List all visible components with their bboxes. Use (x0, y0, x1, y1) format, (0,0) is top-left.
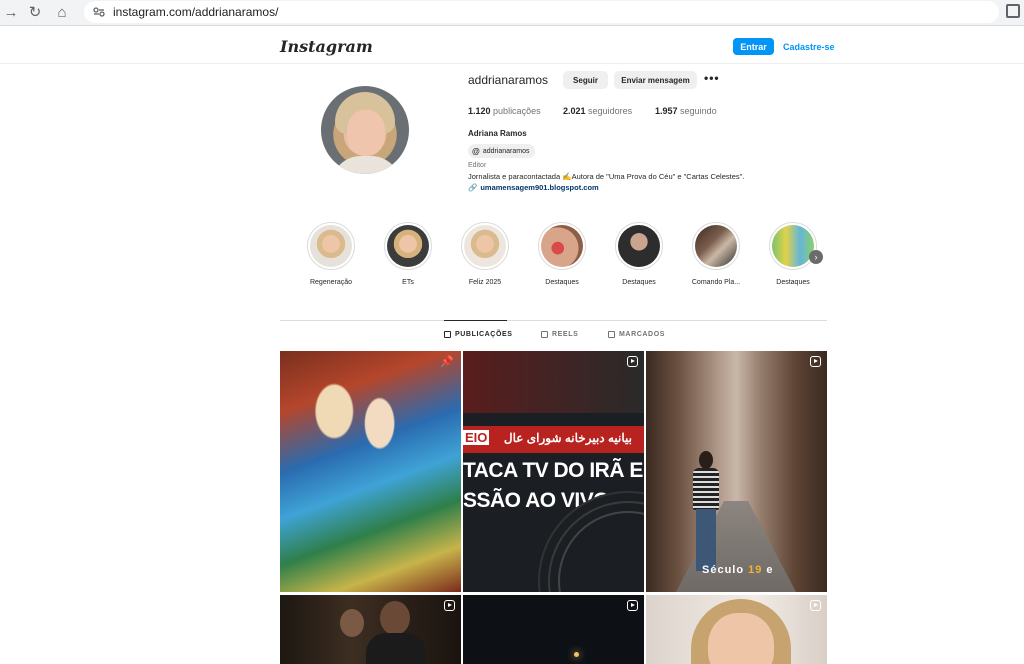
url-text[interactable]: instagram.com/addrianaramos/ (113, 5, 278, 19)
profile-avatar[interactable] (321, 86, 409, 174)
grid-icon (444, 331, 451, 338)
follow-button[interactable]: Seguir (563, 71, 608, 89)
post-caption: Século 19 e (702, 564, 774, 576)
active-tab-indicator (444, 320, 507, 321)
highlights-next-icon[interactable]: › (809, 250, 823, 264)
tabs-divider (280, 320, 827, 321)
post-tile[interactable] (646, 595, 827, 664)
site-settings-icon[interactable] (89, 3, 109, 21)
stat-followers[interactable]: 2.021 seguidores (563, 106, 632, 116)
home-icon[interactable]: ⌂ (51, 0, 73, 24)
link-icon: 🔗 (468, 183, 478, 192)
threads-handle: addrianaramos (482, 147, 530, 155)
profile-category: Editor (468, 162, 487, 169)
profile-full-name: Adriana Ramos (468, 129, 527, 138)
window-icon[interactable] (1006, 4, 1020, 18)
highlight-item[interactable]: Destaques (614, 222, 664, 286)
tagged-icon (608, 331, 615, 338)
highlight-item[interactable]: Comando Pla... (691, 222, 741, 286)
login-button[interactable]: Entrar (733, 38, 774, 55)
reel-icon (444, 600, 455, 611)
post-tile[interactable] (463, 595, 644, 664)
back-arrow-icon[interactable]: → (0, 0, 22, 24)
tab-tagged[interactable]: MARCADOS (608, 331, 665, 338)
highlight-item[interactable]: Regeneração (306, 222, 356, 286)
stat-following[interactable]: 1.957 seguindo (655, 106, 717, 116)
signup-link[interactable]: Cadastre-se (783, 38, 835, 55)
post-tile[interactable]: EIO بيانيه دبيرخانه شوراى عال TACA TV DO… (463, 351, 644, 592)
highlight-item[interactable]: Feliz 2025 (460, 222, 510, 286)
stat-posts[interactable]: 1.120 publicações (468, 106, 541, 116)
send-message-button[interactable]: Enviar mensagem (614, 71, 697, 89)
profile-link[interactable]: 🔗 umamensagem901.blogspot.com (468, 183, 599, 192)
post-tile[interactable]: Século 19 e (646, 351, 827, 592)
post-tile[interactable]: 📌 (280, 351, 461, 592)
post-tile[interactable] (280, 595, 461, 664)
instagram-logo[interactable]: Instagram (280, 37, 373, 56)
reel-icon (810, 356, 821, 367)
reels-icon (541, 331, 548, 338)
threads-icon: @ (472, 146, 480, 156)
reel-icon (627, 356, 638, 367)
more-options-icon[interactable]: ••• (704, 71, 720, 85)
tab-posts[interactable]: PUBLICAÇÕES (444, 331, 513, 338)
pin-icon: 📌 (440, 356, 454, 368)
address-bar[interactable]: instagram.com/addrianaramos/ (84, 1, 999, 23)
reel-icon (627, 600, 638, 611)
tab-reels[interactable]: REELS (541, 331, 578, 338)
profile-bio: Jornalista e paracontactada ✍️Autora de … (468, 172, 745, 181)
threads-badge[interactable]: @ addrianaramos (468, 144, 535, 158)
instagram-header: Instagram Entrar Cadastre-se (0, 28, 1024, 64)
reel-icon (810, 600, 821, 611)
highlight-item[interactable]: ETs (383, 222, 433, 286)
highlight-item[interactable]: Destaques (537, 222, 587, 286)
profile-username: addrianaramos (468, 73, 549, 87)
reload-icon[interactable]: ↻ (24, 0, 46, 24)
browser-toolbar: → ↻ ⌂ instagram.com/addrianaramos/ (0, 0, 1024, 26)
